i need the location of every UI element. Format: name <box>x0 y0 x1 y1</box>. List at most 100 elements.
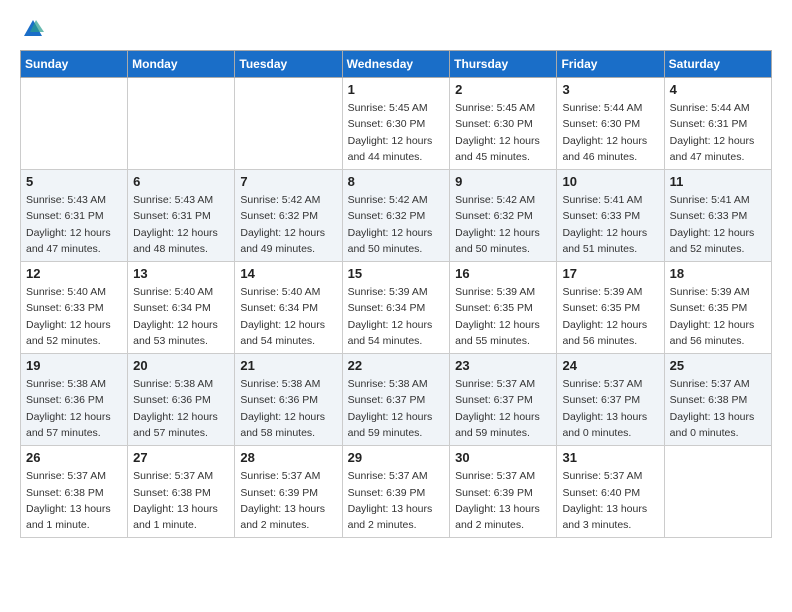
calendar-week-row: 19 Sunrise: 5:38 AM Sunset: 6:36 PM Dayli… <box>21 354 772 446</box>
calendar-week-row: 12 Sunrise: 5:40 AM Sunset: 6:33 PM Dayli… <box>21 262 772 354</box>
calendar-cell: 13 Sunrise: 5:40 AM Sunset: 6:34 PM Dayli… <box>128 262 235 354</box>
day-number: 12 <box>26 266 122 281</box>
day-number: 26 <box>26 450 122 465</box>
day-info: Sunrise: 5:40 AM Sunset: 6:34 PM Dayligh… <box>240 284 336 349</box>
day-number: 30 <box>455 450 551 465</box>
day-info: Sunrise: 5:40 AM Sunset: 6:34 PM Dayligh… <box>133 284 229 349</box>
day-header-wednesday: Wednesday <box>342 51 450 78</box>
calendar-cell: 21 Sunrise: 5:38 AM Sunset: 6:36 PM Dayli… <box>235 354 342 446</box>
day-number: 4 <box>670 82 766 97</box>
calendar-cell: 22 Sunrise: 5:38 AM Sunset: 6:37 PM Dayli… <box>342 354 450 446</box>
calendar-cell: 9 Sunrise: 5:42 AM Sunset: 6:32 PM Daylig… <box>450 170 557 262</box>
day-info: Sunrise: 5:42 AM Sunset: 6:32 PM Dayligh… <box>240 192 336 257</box>
day-header-saturday: Saturday <box>664 51 771 78</box>
day-number: 20 <box>133 358 229 373</box>
day-number: 23 <box>455 358 551 373</box>
day-number: 14 <box>240 266 336 281</box>
day-info: Sunrise: 5:37 AM Sunset: 6:39 PM Dayligh… <box>240 468 336 533</box>
calendar-header-row: SundayMondayTuesdayWednesdayThursdayFrid… <box>21 51 772 78</box>
calendar-cell: 31Sunrise: 5:37 AM Sunset: 6:40 PM Dayli… <box>557 446 664 538</box>
day-number: 6 <box>133 174 229 189</box>
day-info: Sunrise: 5:40 AM Sunset: 6:33 PM Dayligh… <box>26 284 122 349</box>
calendar-week-row: 26 Sunrise: 5:37 AM Sunset: 6:38 PM Dayli… <box>21 446 772 538</box>
day-info: Sunrise: 5:41 AM Sunset: 6:33 PM Dayligh… <box>670 192 766 257</box>
day-info: Sunrise: 5:39 AM Sunset: 6:34 PM Dayligh… <box>348 284 445 349</box>
calendar-cell: 3 Sunrise: 5:44 AM Sunset: 6:30 PM Daylig… <box>557 78 664 170</box>
calendar-week-row: 1 Sunrise: 5:45 AM Sunset: 6:30 PM Daylig… <box>21 78 772 170</box>
calendar-cell: 30 Sunrise: 5:37 AM Sunset: 6:39 PM Dayli… <box>450 446 557 538</box>
calendar-cell: 18 Sunrise: 5:39 AM Sunset: 6:35 PM Dayli… <box>664 262 771 354</box>
day-info: Sunrise: 5:42 AM Sunset: 6:32 PM Dayligh… <box>348 192 445 257</box>
day-header-monday: Monday <box>128 51 235 78</box>
day-info: Sunrise: 5:44 AM Sunset: 6:31 PM Dayligh… <box>670 100 766 165</box>
calendar-cell: 4 Sunrise: 5:44 AM Sunset: 6:31 PM Daylig… <box>664 78 771 170</box>
calendar-cell <box>664 446 771 538</box>
day-number: 7 <box>240 174 336 189</box>
calendar-cell <box>235 78 342 170</box>
day-info: Sunrise: 5:43 AM Sunset: 6:31 PM Dayligh… <box>133 192 229 257</box>
day-info: Sunrise: 5:42 AM Sunset: 6:32 PM Dayligh… <box>455 192 551 257</box>
calendar-cell: 12 Sunrise: 5:40 AM Sunset: 6:33 PM Dayli… <box>21 262 128 354</box>
calendar-cell: 28 Sunrise: 5:37 AM Sunset: 6:39 PM Dayli… <box>235 446 342 538</box>
day-number: 25 <box>670 358 766 373</box>
day-number: 21 <box>240 358 336 373</box>
calendar-cell: 29 Sunrise: 5:37 AM Sunset: 6:39 PM Dayli… <box>342 446 450 538</box>
calendar-cell: 17Sunrise: 5:39 AM Sunset: 6:35 PM Dayli… <box>557 262 664 354</box>
calendar-cell: 6 Sunrise: 5:43 AM Sunset: 6:31 PM Daylig… <box>128 170 235 262</box>
calendar-cell: 16Sunrise: 5:39 AM Sunset: 6:35 PM Dayli… <box>450 262 557 354</box>
day-header-tuesday: Tuesday <box>235 51 342 78</box>
day-number: 24 <box>562 358 658 373</box>
day-number: 22 <box>348 358 445 373</box>
day-number: 5 <box>26 174 122 189</box>
day-number: 27 <box>133 450 229 465</box>
day-number: 28 <box>240 450 336 465</box>
day-info: Sunrise: 5:38 AM Sunset: 6:37 PM Dayligh… <box>348 376 445 441</box>
day-number: 17 <box>562 266 658 281</box>
day-number: 31 <box>562 450 658 465</box>
day-number: 9 <box>455 174 551 189</box>
day-number: 13 <box>133 266 229 281</box>
day-info: Sunrise: 5:37 AM Sunset: 6:39 PM Dayligh… <box>455 468 551 533</box>
calendar-cell: 27 Sunrise: 5:37 AM Sunset: 6:38 PM Dayli… <box>128 446 235 538</box>
day-info: Sunrise: 5:43 AM Sunset: 6:31 PM Dayligh… <box>26 192 122 257</box>
day-number: 15 <box>348 266 445 281</box>
day-info: Sunrise: 5:37 AM Sunset: 6:37 PM Dayligh… <box>562 376 658 441</box>
calendar-cell <box>21 78 128 170</box>
day-number: 19 <box>26 358 122 373</box>
day-info: Sunrise: 5:37 AM Sunset: 6:38 PM Dayligh… <box>26 468 122 533</box>
calendar-cell: 7 Sunrise: 5:42 AM Sunset: 6:32 PM Daylig… <box>235 170 342 262</box>
day-number: 18 <box>670 266 766 281</box>
day-number: 1 <box>348 82 445 97</box>
calendar-cell: 25Sunrise: 5:37 AM Sunset: 6:38 PM Dayli… <box>664 354 771 446</box>
day-number: 29 <box>348 450 445 465</box>
day-header-friday: Friday <box>557 51 664 78</box>
day-number: 2 <box>455 82 551 97</box>
calendar-cell: 24 Sunrise: 5:37 AM Sunset: 6:37 PM Dayli… <box>557 354 664 446</box>
day-header-sunday: Sunday <box>21 51 128 78</box>
day-info: Sunrise: 5:38 AM Sunset: 6:36 PM Dayligh… <box>240 376 336 441</box>
day-info: Sunrise: 5:45 AM Sunset: 6:30 PM Dayligh… <box>455 100 551 165</box>
day-number: 8 <box>348 174 445 189</box>
calendar-cell: 15 Sunrise: 5:39 AM Sunset: 6:34 PM Dayli… <box>342 262 450 354</box>
calendar-cell: 8 Sunrise: 5:42 AM Sunset: 6:32 PM Daylig… <box>342 170 450 262</box>
day-info: Sunrise: 5:37 AM Sunset: 6:38 PM Dayligh… <box>133 468 229 533</box>
calendar-cell: 1Sunrise: 5:45 AM Sunset: 6:30 PM Daylig… <box>342 78 450 170</box>
calendar-cell: 23 Sunrise: 5:37 AM Sunset: 6:37 PM Dayli… <box>450 354 557 446</box>
day-number: 11 <box>670 174 766 189</box>
calendar-cell: 2 Sunrise: 5:45 AM Sunset: 6:30 PM Daylig… <box>450 78 557 170</box>
calendar-cell: 11 Sunrise: 5:41 AM Sunset: 6:33 PM Dayli… <box>664 170 771 262</box>
day-info: Sunrise: 5:39 AM Sunset: 6:35 PM Dayligh… <box>670 284 766 349</box>
logo <box>20 20 44 34</box>
day-info: Sunrise: 5:37 AM Sunset: 6:37 PM Dayligh… <box>455 376 551 441</box>
day-info: Sunrise: 5:41 AM Sunset: 6:33 PM Dayligh… <box>562 192 658 257</box>
day-info: Sunrise: 5:38 AM Sunset: 6:36 PM Dayligh… <box>133 376 229 441</box>
day-info: Sunrise: 5:44 AM Sunset: 6:30 PM Dayligh… <box>562 100 658 165</box>
calendar-cell: 10 Sunrise: 5:41 AM Sunset: 6:33 PM Dayli… <box>557 170 664 262</box>
page-header <box>20 20 772 34</box>
calendar-cell: 14 Sunrise: 5:40 AM Sunset: 6:34 PM Dayli… <box>235 262 342 354</box>
day-number: 10 <box>562 174 658 189</box>
calendar-table: SundayMondayTuesdayWednesdayThursdayFrid… <box>20 50 772 538</box>
day-info: Sunrise: 5:37 AM Sunset: 6:39 PM Dayligh… <box>348 468 445 533</box>
calendar-cell: 26 Sunrise: 5:37 AM Sunset: 6:38 PM Dayli… <box>21 446 128 538</box>
day-number: 3 <box>562 82 658 97</box>
